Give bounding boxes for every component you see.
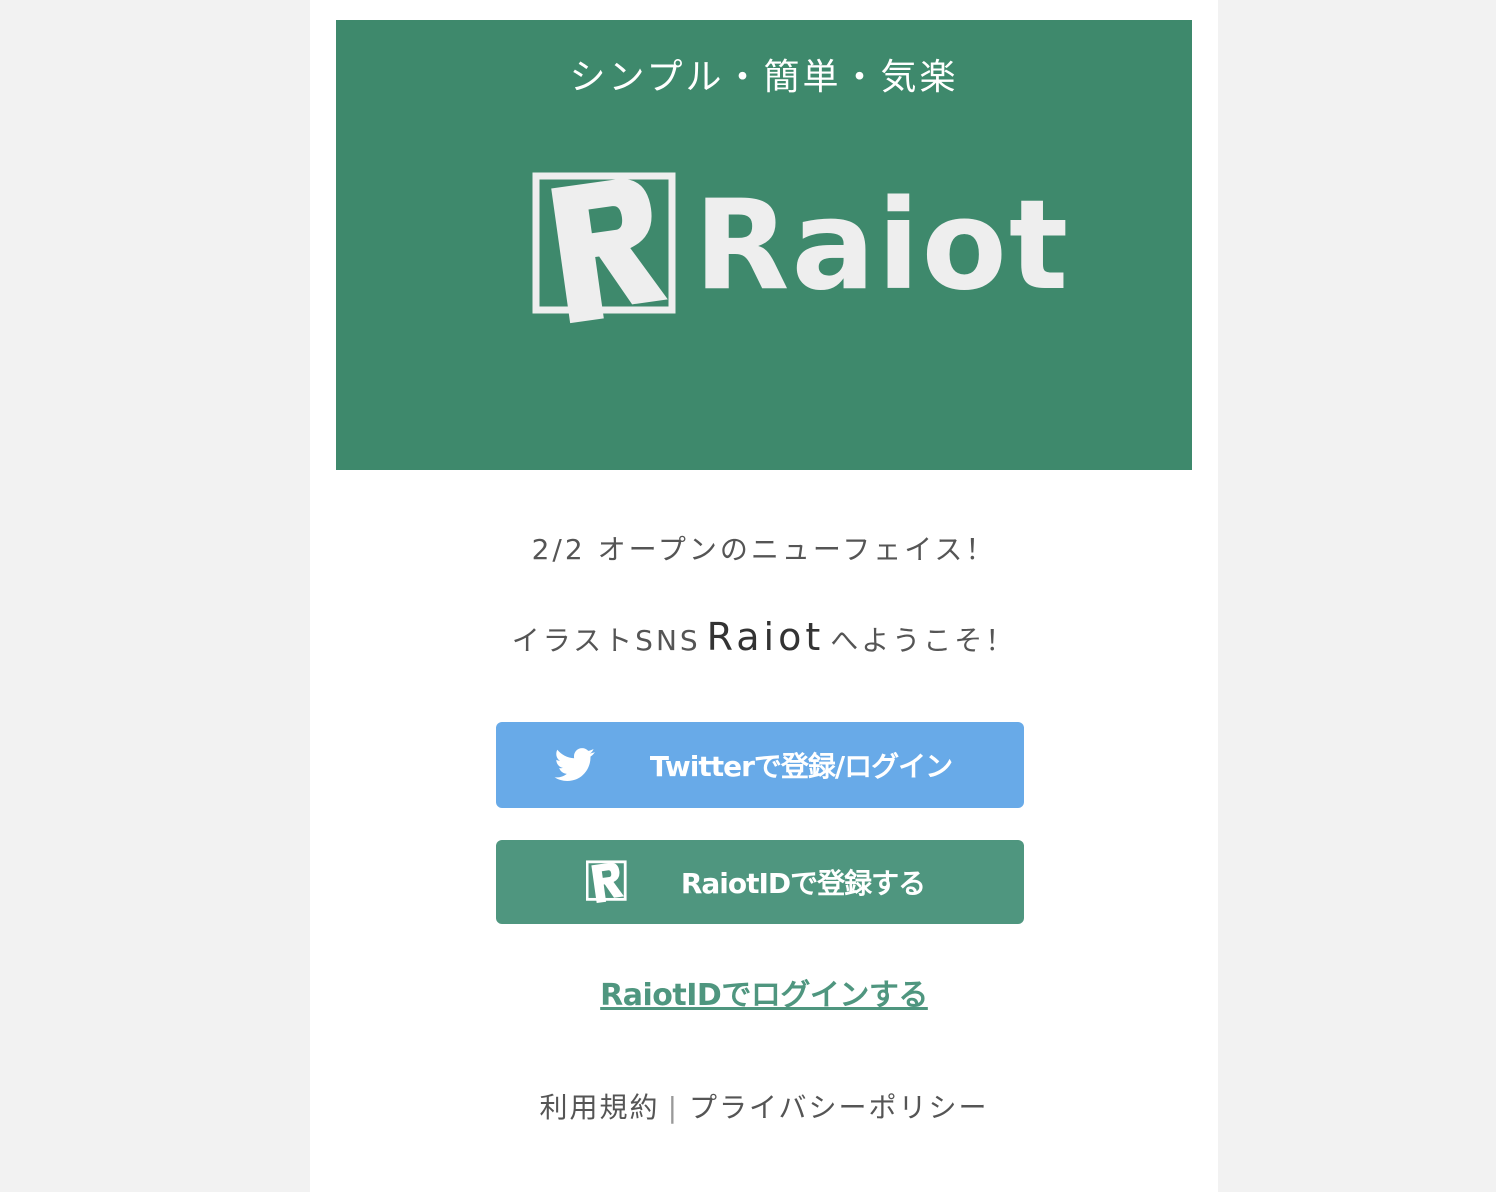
raiot-logo-wordmark: Raiot [694,174,1071,318]
footer-links: 利用規約 | プライバシーポリシー [310,1094,1218,1122]
intro-welcome-brand: Raiot [706,615,825,659]
hero-tagline: シンプル・簡単・気楽 [569,57,959,98]
raiot-register-label: RaiotIDで登録する [680,867,926,900]
page-container: シンプル・簡単・気楽 Raiot 2/2 オープンのニューフェイス！ イラストS… [310,0,1218,1192]
privacy-policy-link[interactable]: プライバシーポリシー [689,1091,988,1124]
intro-welcome: イラストSNS Raiot へようこそ！ [310,618,1218,656]
intro-open-announcement: 2/2 オープンのニューフェイス！ [531,533,997,566]
raiot-logo-mark [532,172,676,324]
hero-banner: シンプル・簡単・気楽 Raiot [336,20,1192,470]
raiot-register-button[interactable]: RaiotIDで登録する [496,840,1024,924]
raiot-login-link[interactable]: RaiotIDでログインする [310,970,1218,1014]
twitter-login-button[interactable]: Twitterで登録/ログイン [496,722,1024,808]
intro-welcome-suffix: へようこそ！ [830,624,1017,657]
twitter-login-label: Twitterで登録/ログイン [649,750,953,783]
raiot-logo: Raiot [532,168,1068,338]
intro-welcome-prefix: イラストSNS [511,624,701,657]
terms-link[interactable]: 利用規約 [540,1091,660,1124]
footer-separator: | [667,1091,679,1124]
